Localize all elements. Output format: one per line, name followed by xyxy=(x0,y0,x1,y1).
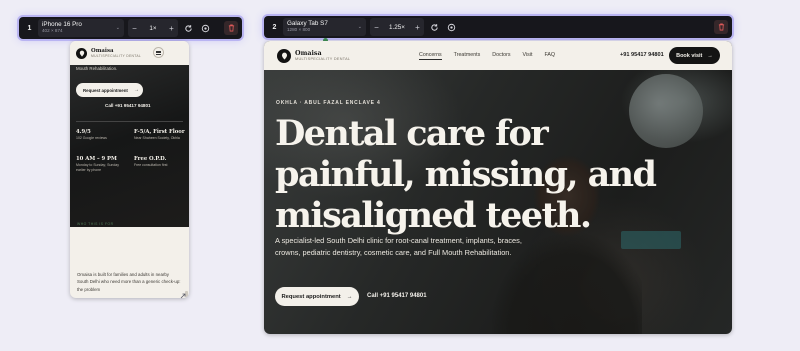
section-eyebrow: WHO THIS IS FOR xyxy=(77,222,114,226)
zoom-in-button[interactable]: + xyxy=(165,24,178,33)
hero-text-tail: Mouth Rehabilitation. xyxy=(76,66,118,71)
device-name: iPhone 16 Pro xyxy=(42,21,82,28)
rotate-icon[interactable] xyxy=(427,20,441,34)
arrow-right-icon: → xyxy=(346,293,353,300)
stat-title: 4.9/5 xyxy=(76,129,91,135)
arrow-right-icon: → xyxy=(707,52,713,59)
zoom-level: 1.25× xyxy=(389,23,405,31)
call-link[interactable]: Call +91 95417 94801 xyxy=(367,293,427,299)
device-name: Galaxy Tab S7 xyxy=(287,20,328,27)
rotate-icon[interactable] xyxy=(181,21,195,35)
device-selector[interactable]: iPhone 16 Pro 402 × 874 ⌄ xyxy=(38,19,124,37)
chevron-down-icon: ⌄ xyxy=(357,24,362,30)
site-header: Omaisa MULTISPECIALITY DENTAL xyxy=(70,41,189,65)
nav-doctors[interactable]: Doctors xyxy=(492,52,510,60)
device-selector[interactable]: Galaxy Tab S7 1280 × 800 ⌄ xyxy=(283,18,366,36)
logo[interactable] xyxy=(277,48,291,63)
zoom-level: 1× xyxy=(149,24,157,32)
brand-tagline: MULTISPECIALITY DENTAL xyxy=(295,56,351,61)
chevron-down-icon: ⌄ xyxy=(115,25,120,31)
trash-icon xyxy=(718,23,724,31)
zoom-control: − 1× + xyxy=(128,19,178,37)
header-phone-link[interactable]: +91 95417 94801 xyxy=(620,52,664,58)
brand-tagline: MULTISPECIALITY DENTAL xyxy=(91,53,142,58)
nav-concerns[interactable]: Concerns xyxy=(419,52,442,60)
stat-opd: Free O.P.D. Free consultation first xyxy=(134,156,186,168)
stat-subtitle: 102 Google reviews xyxy=(76,136,107,140)
hero-subtext: A specialist-led South Delhi clinic for … xyxy=(275,236,522,257)
hamburger-menu-icon[interactable] xyxy=(153,47,164,58)
nav-treatments[interactable]: Treatments xyxy=(454,52,481,60)
headline-line: painful, missing, and xyxy=(275,154,657,195)
section-body: Omaisa is built for families and adults … xyxy=(77,272,181,292)
device-resolution: 1280 × 800 xyxy=(287,27,311,32)
stat-subtitle: Monday to Sunday; Sunday earlier by phon… xyxy=(76,163,120,172)
brand-name: Omaisa xyxy=(295,48,322,57)
tablet-preview[interactable]: Omaisa MULTISPECIALITY DENTAL Concerns T… xyxy=(264,41,732,334)
button-label: Request appointment xyxy=(281,293,341,300)
stat-hours: 10 AM – 9 PM Monday to Sunday; Sunday ea… xyxy=(76,156,128,172)
device-toolbar-2: 2 Galaxy Tab S7 1280 × 800 ⌄ − 1.25× + xyxy=(264,16,732,38)
divider xyxy=(76,121,183,122)
location-eyebrow: OKHLA · ABUL FAZAL ENCLAVE 4 xyxy=(276,100,381,106)
delete-device-button[interactable] xyxy=(224,21,238,35)
logo[interactable] xyxy=(76,47,87,59)
stat-title: F-5/A, First Floor xyxy=(134,129,185,135)
hero-section: Mouth Rehabilitation. Request appointmen… xyxy=(70,65,189,227)
nav-faq[interactable]: FAQ xyxy=(544,52,555,60)
device-resolution: 402 × 874 xyxy=(42,28,63,33)
phone-preview[interactable]: Omaisa MULTISPECIALITY DENTAL Mouth Reha… xyxy=(70,41,189,298)
book-visit-button[interactable]: Book visit → xyxy=(669,47,720,64)
main-nav: Concerns Treatments Doctors Visit FAQ xyxy=(419,52,555,60)
button-label: Request appointment xyxy=(83,87,128,93)
zoom-in-button[interactable]: + xyxy=(411,23,424,32)
nav-visit[interactable]: Visit xyxy=(523,52,533,60)
brand: Omaisa MULTISPECIALITY DENTAL xyxy=(295,48,351,62)
request-appointment-button[interactable]: Request appointment → xyxy=(76,83,143,97)
delete-device-button[interactable] xyxy=(714,20,728,34)
site-header: Omaisa MULTISPECIALITY DENTAL Concerns T… xyxy=(264,41,732,70)
trash-icon xyxy=(228,24,234,32)
headline-line: Dental care for xyxy=(275,113,549,154)
call-link[interactable]: Call +91 95417 94801 xyxy=(105,103,151,108)
stat-address: F-5/A, First Floor Near Shaheen Society,… xyxy=(134,129,186,141)
zoom-out-button[interactable]: − xyxy=(370,23,383,32)
location-pin-icon xyxy=(281,52,287,60)
stat-title: 10 AM – 9 PM xyxy=(76,156,117,162)
stat-subtitle: Near Shaheen Society, Okhla xyxy=(134,136,180,140)
request-appointment-button[interactable]: Request appointment → xyxy=(275,287,359,306)
zoom-out-button[interactable]: − xyxy=(128,24,141,33)
screenshot-icon[interactable] xyxy=(444,20,458,34)
button-label: Book visit xyxy=(676,52,703,59)
device-toolbar-1: 1 iPhone 16 Pro 402 × 874 ⌄ − 1× + xyxy=(19,17,242,39)
device-index: 1 xyxy=(27,24,32,32)
stat-rating: 4.9/5 102 Google reviews xyxy=(76,129,128,141)
arrow-right-icon: → xyxy=(133,87,139,93)
hero-headline: Dental care for painful, missing, and mi… xyxy=(275,113,657,236)
location-pin-icon xyxy=(79,50,84,57)
headline-line: misaligned teeth. xyxy=(275,195,592,236)
zoom-control: − 1.25× + xyxy=(370,18,424,36)
brand: Omaisa MULTISPECIALITY DENTAL xyxy=(91,48,141,59)
share-icon[interactable] xyxy=(180,286,186,304)
stat-subtitle: Free consultation first xyxy=(134,163,168,167)
stat-title: Free O.P.D. xyxy=(134,156,167,162)
screenshot-icon[interactable] xyxy=(198,21,212,35)
device-index: 2 xyxy=(272,23,277,31)
background-lamp xyxy=(629,74,703,148)
